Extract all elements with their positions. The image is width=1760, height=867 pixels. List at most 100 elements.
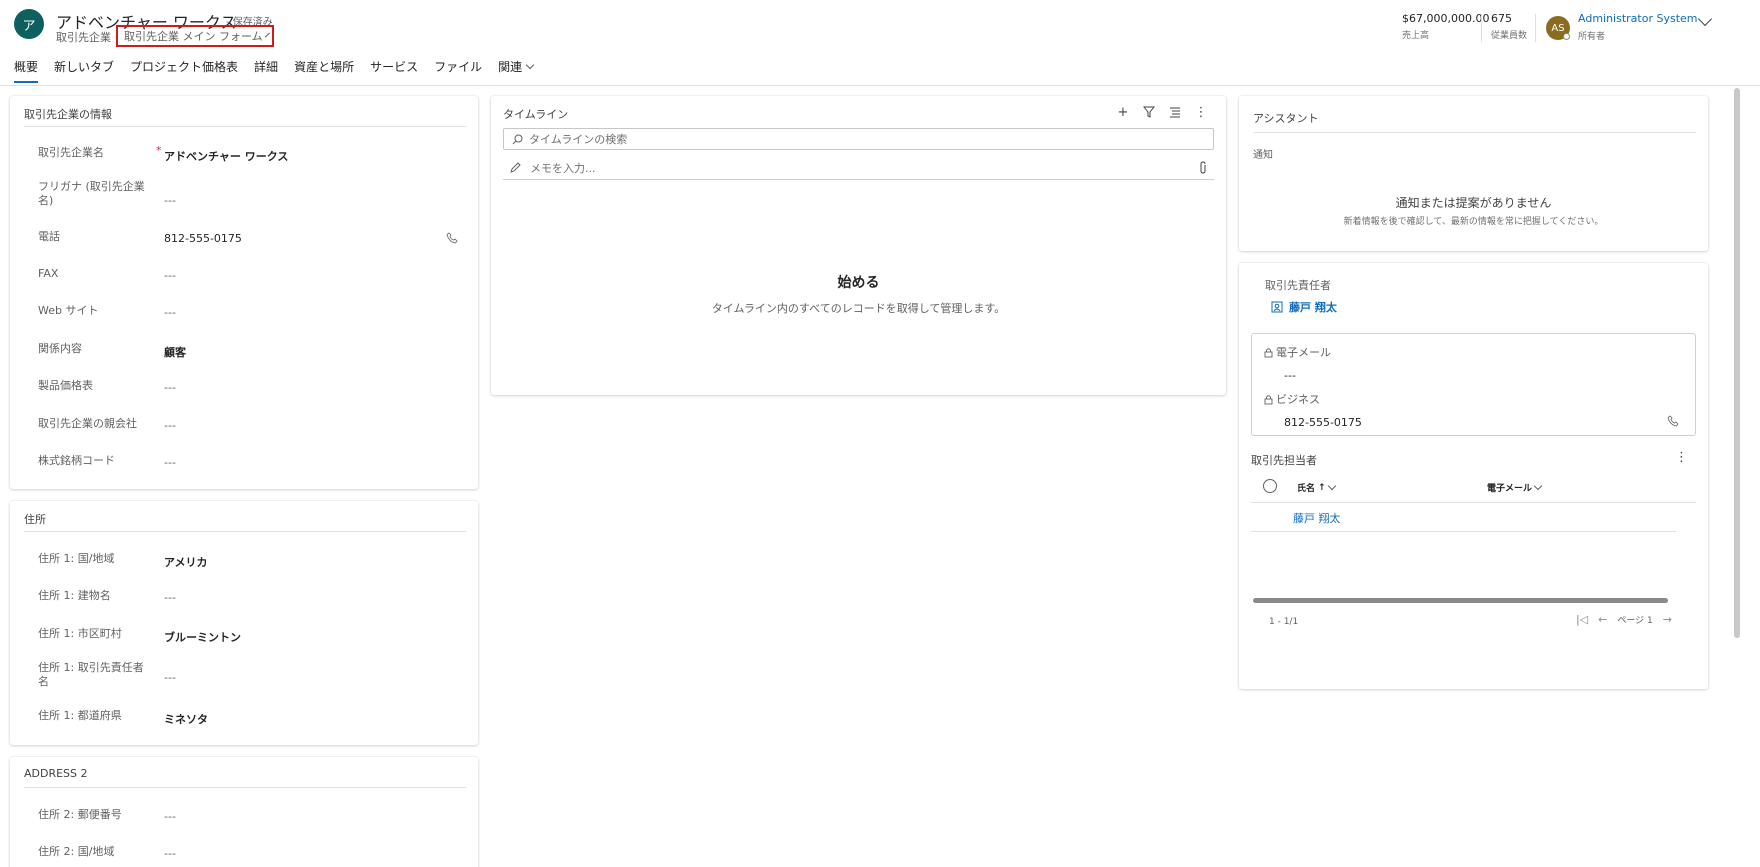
kpi-value: $67,000,000.00 [1402, 12, 1490, 25]
tab-assets[interactable]: 資産と場所 [294, 56, 354, 83]
field-value[interactable]: --- [164, 194, 176, 207]
tab-summary[interactable]: 概要 [14, 56, 39, 83]
tab-new[interactable]: 新しいタブ [54, 56, 114, 83]
tab-label: 関連 [498, 60, 523, 74]
column-email[interactable]: 電子メール [1487, 481, 1543, 494]
field-phone[interactable]: 電話 812-555-0175 [38, 230, 464, 262]
field-country[interactable]: 住所 1: 国/地域 アメリカ [38, 552, 464, 584]
tab-project-pricelist[interactable]: プロジェクト価格表 [130, 56, 238, 83]
timeline-empty-title: 始める [837, 275, 880, 291]
address2-section: ADDRESS 2 住所 2: 郵便番号 --- 住所 2: 国/地域 --- [10, 757, 478, 867]
field-value[interactable]: --- [164, 381, 176, 394]
tab-related[interactable]: 関連 [498, 56, 535, 83]
kpi-label: 売上高 [1402, 31, 1430, 41]
presence-icon [1563, 33, 1570, 40]
pager: |◁ ← ページ 1 → [1576, 613, 1672, 626]
horizontal-scrollbar[interactable] [1253, 598, 1668, 603]
field-value[interactable]: --- [164, 269, 176, 282]
field-value[interactable]: --- [164, 419, 176, 432]
field-value[interactable]: --- [164, 810, 176, 823]
field-value[interactable]: --- [164, 306, 176, 319]
record-avatar: ア [14, 9, 44, 39]
attachment-icon[interactable] [1198, 161, 1208, 174]
primary-contact-link[interactable]: 藤戸 翔太 [1271, 299, 1337, 315]
assistant-section: アシスタント 通知 通知または提案がありません 新着情報を後で確認して、最新の情… [1239, 96, 1708, 251]
tab-details[interactable]: 詳細 [254, 56, 278, 83]
contact-name-link[interactable]: 藤戸 翔太 [1293, 510, 1341, 526]
field-value[interactable]: --- [164, 671, 176, 684]
field-label: 住所 1: 市区町村 [38, 627, 122, 640]
phone-icon[interactable] [446, 232, 458, 244]
select-all-checkbox[interactable] [1263, 479, 1277, 493]
sort-icon[interactable] [1168, 105, 1182, 119]
tab-label: 詳細 [254, 60, 279, 74]
tab-service[interactable]: サービス [370, 56, 418, 83]
table-row[interactable]: 藤戸 翔太 [1251, 503, 1676, 532]
field-value[interactable]: アメリカ [164, 554, 207, 570]
column-name[interactable]: 氏名 ↑ [1297, 481, 1336, 494]
next-page-icon[interactable]: → [1663, 613, 1672, 626]
tab-label: サービス [370, 60, 419, 74]
field-contact-name[interactable]: 住所 1: 取引先責任者名 --- [38, 661, 464, 693]
field-value[interactable]: 812-555-0175 [164, 232, 242, 245]
required-icon: * [156, 144, 162, 157]
timeline-search-input[interactable]: タイムラインの検索 [503, 128, 1214, 150]
business-label: ビジネス [1264, 391, 1320, 407]
add-icon[interactable]: + [1116, 105, 1130, 120]
kpi-revenue: $67,000,000.00 売上高 [1402, 12, 1489, 41]
assistant-empty-msg: 通知または提案がありません [1395, 196, 1552, 210]
primary-contact-label: 取引先責任者 [1265, 279, 1331, 292]
more-icon[interactable]: ⋮ [1194, 105, 1208, 120]
field-relationship[interactable]: 関係内容 顧客 [38, 342, 464, 374]
address-section: 住所 住所 1: 国/地域 アメリカ 住所 1: 建物名 --- 住所 1: 市… [10, 501, 478, 745]
header-expand-icon[interactable] [1697, 11, 1713, 27]
tab-label: 資産と場所 [294, 60, 355, 74]
field-label: 住所 1: 都道府県 [38, 709, 122, 722]
field-price-list[interactable]: 製品価格表 --- [38, 379, 464, 411]
divider [1481, 14, 1482, 42]
owner-name[interactable]: Administrator System [1578, 12, 1698, 25]
phone-icon[interactable] [1667, 415, 1679, 427]
more-icon[interactable]: ⋮ [1675, 450, 1688, 465]
first-page-icon[interactable]: |◁ [1576, 613, 1588, 626]
field-value[interactable]: --- [164, 456, 176, 469]
field-value[interactable]: アドベンチャー ワークス [164, 148, 288, 164]
field-country-2[interactable]: 住所 2: 国/地域 --- [38, 845, 464, 867]
note-input[interactable]: メモを入力... [503, 156, 1214, 180]
prev-page-icon[interactable]: ← [1598, 613, 1607, 626]
form-selector-label: 取引先企業 メイン フォーム [124, 30, 263, 43]
contacts-grid-title: 取引先担当者 [1251, 454, 1317, 467]
divider [24, 126, 466, 127]
email-value: --- [1284, 369, 1296, 382]
form-selector[interactable]: 取引先企業 メイン フォーム [116, 25, 274, 47]
grid-header: 氏名 ↑ 電子メール [1251, 471, 1696, 503]
field-website[interactable]: Web サイト --- [38, 304, 464, 336]
field-parent-account[interactable]: 取引先企業の親会社 --- [38, 417, 464, 449]
field-postal-code[interactable]: 住所 2: 郵便番号 --- [38, 808, 464, 840]
field-value[interactable]: ブルーミントン [164, 629, 241, 645]
vertical-scrollbar[interactable] [1734, 88, 1740, 638]
field-value[interactable]: --- [164, 847, 176, 860]
sort-up-icon: ↑ [1318, 482, 1326, 493]
filter-icon[interactable] [1142, 105, 1156, 119]
section-title: アシスタント [1253, 112, 1319, 125]
field-building[interactable]: 住所 1: 建物名 --- [38, 589, 464, 621]
field-ticker[interactable]: 株式銘柄コード --- [38, 454, 464, 486]
field-label: 電話 [38, 230, 60, 243]
field-value[interactable]: 顧客 [164, 344, 186, 360]
field-fax[interactable]: FAX --- [38, 267, 464, 299]
field-label: Web サイト [38, 304, 99, 317]
timeline-toolbar: + ⋮ [1116, 105, 1208, 120]
field-label: フリガナ (取引先企業名) [38, 180, 145, 207]
entity-name: 取引先企業 [56, 31, 111, 44]
field-value[interactable]: ミネソタ [164, 711, 208, 727]
field-city[interactable]: 住所 1: 市区町村 ブルーミントン [38, 627, 464, 659]
section-title: 取引先企業の情報 [24, 108, 112, 121]
field-furigana[interactable]: フリガナ (取引先企業名) --- [38, 180, 464, 212]
field-value[interactable]: --- [164, 591, 176, 604]
field-account-name[interactable]: 取引先企業名 * アドベンチャー ワークス [38, 144, 464, 178]
field-state[interactable]: 住所 1: 都道府県 ミネソタ [38, 709, 464, 741]
field-label: 株式銘柄コード [38, 454, 115, 467]
field-label: 住所 1: 国/地域 [38, 552, 115, 565]
tab-files[interactable]: ファイル [434, 56, 482, 83]
